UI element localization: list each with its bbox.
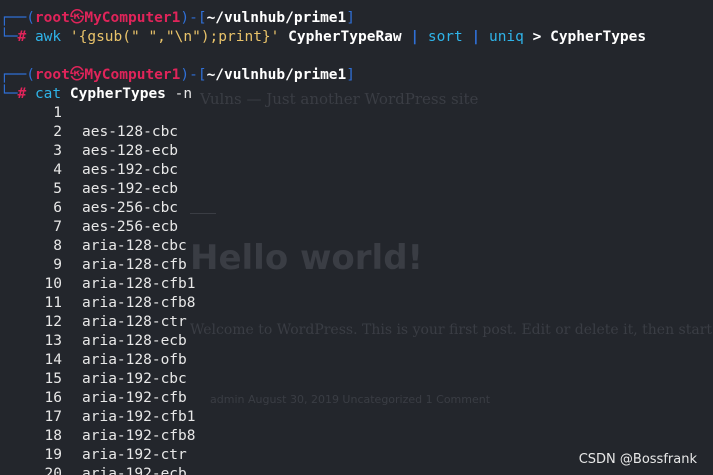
cipher-name: aes-192-ecb bbox=[82, 181, 179, 197]
cipher-name: aria-128-ctr bbox=[82, 314, 187, 330]
cipher-name: aria-128-cfb1 bbox=[82, 276, 196, 292]
pipe-symbol: | bbox=[410, 29, 420, 45]
prompt-frame-bottom: └─ bbox=[0, 29, 18, 45]
awk-input-file: CypherTypeRaw bbox=[288, 29, 402, 45]
line-number: 10 bbox=[44, 276, 62, 292]
prompt-hash: # bbox=[17, 86, 27, 102]
cipher-name: aria-128-cfb8 bbox=[82, 295, 196, 311]
prompt-hash: # bbox=[17, 29, 27, 45]
cipher-name: aes-128-cbc bbox=[82, 124, 179, 140]
cipher-name: aria-192-ecb bbox=[82, 466, 187, 475]
output-row: 15 aria-192-cbc bbox=[0, 370, 187, 389]
line-number: 18 bbox=[44, 428, 62, 444]
awk-arg-strings: " ","\n" bbox=[130, 29, 201, 45]
cipher-name: aria-192-cbc bbox=[82, 371, 187, 387]
line-number: 4 bbox=[53, 162, 62, 178]
line-number: 14 bbox=[44, 352, 62, 368]
cat-flag: -n bbox=[174, 86, 193, 102]
line-number: 2 bbox=[53, 124, 62, 140]
cipher-name: aes-128-ecb bbox=[82, 143, 179, 159]
line-number: 9 bbox=[53, 257, 62, 273]
output-row: 5 aes-192-ecb bbox=[0, 180, 178, 199]
background-post-body: Welcome to WordPress. This is your first… bbox=[190, 322, 713, 338]
command-awk: awk bbox=[34, 29, 62, 45]
prompt-line-2: ┌──(root㉿MyComputer1)-[~/vulnhub/prime1] bbox=[0, 67, 355, 83]
cipher-name: aria-192-cfb bbox=[82, 390, 187, 406]
line-number: 1 bbox=[53, 105, 62, 121]
prompt-host: MyComputer1 bbox=[84, 10, 181, 26]
prompt-user: root bbox=[34, 10, 70, 26]
cipher-name: aes-256-cbc bbox=[82, 200, 179, 216]
output-row: 2 aes-128-cbc bbox=[0, 123, 178, 142]
prompt-path: ~/vulnhub/prime1 bbox=[206, 67, 347, 83]
cipher-name: aria-128-cfb bbox=[82, 257, 187, 273]
line-number: 3 bbox=[53, 143, 62, 159]
command-line-2: └─# cat CypherTypes -n bbox=[0, 86, 193, 102]
output-row: 8 aria-128-cbc bbox=[0, 237, 187, 256]
output-row: 13 aria-128-ecb bbox=[0, 332, 187, 351]
command-line-1: └─# awk '{gsub(" ","\n");print}' CypherT… bbox=[0, 28, 646, 47]
cipher-name: aria-192-ctr bbox=[82, 447, 187, 463]
line-number: 7 bbox=[53, 219, 62, 235]
output-row: 16 aria-192-cfb bbox=[0, 389, 187, 408]
output-row: 18 aria-192-cfb8 bbox=[0, 427, 196, 446]
line-number: 8 bbox=[53, 238, 62, 254]
prompt-line-1: ┌──(root㉿MyComputer1)-[~/vulnhub/prime1] bbox=[0, 10, 355, 26]
awk-arg-close: );print}' bbox=[200, 29, 280, 45]
cipher-name: aria-128-ecb bbox=[82, 333, 187, 349]
line-number: 11 bbox=[44, 295, 62, 311]
line-number: 17 bbox=[44, 409, 62, 425]
output-row: 20 aria-192-ecb bbox=[0, 465, 187, 475]
command-cat: cat bbox=[34, 86, 62, 102]
output-row: 17 aria-192-cfb1 bbox=[0, 408, 196, 427]
line-number: 13 bbox=[44, 333, 62, 349]
background-divider bbox=[190, 213, 216, 214]
output-row: 19 aria-192-ctr bbox=[0, 446, 187, 465]
cipher-name: aria-128-ofb bbox=[82, 352, 187, 368]
output-row: 11 aria-128-cfb8 bbox=[0, 294, 196, 313]
line-number: 12 bbox=[44, 314, 62, 330]
background-site-tagline: Vulns — Just another WordPress site bbox=[200, 90, 479, 108]
terminal-window[interactable]: Vulns — Just another WordPress site Hell… bbox=[0, 0, 713, 475]
cipher-name: aria-192-cfb8 bbox=[82, 428, 196, 444]
command-uniq: uniq bbox=[488, 29, 524, 45]
cipher-name: aes-256-ecb bbox=[82, 219, 179, 235]
command-sort: sort bbox=[427, 29, 463, 45]
output-file: CypherTypes bbox=[550, 29, 647, 45]
output-row: 7 aes-256-ecb bbox=[0, 218, 178, 237]
output-row: 10 aria-128-cfb1 bbox=[0, 275, 196, 294]
cipher-name: aes-192-cbc bbox=[82, 162, 179, 178]
redirect-symbol: > bbox=[532, 29, 542, 45]
cipher-name: aria-192-cfb1 bbox=[82, 409, 196, 425]
line-number: 15 bbox=[44, 371, 62, 387]
watermark: CSDN @Bossfrank bbox=[578, 452, 697, 467]
background-post-meta: admin August 30, 2019 Uncategorized 1 Co… bbox=[210, 393, 491, 406]
output-row: 4 aes-192-cbc bbox=[0, 161, 178, 180]
prompt-host: MyComputer1 bbox=[84, 67, 181, 83]
output-row: 1 bbox=[0, 104, 82, 123]
output-row: 12 aria-128-ctr bbox=[0, 313, 187, 332]
prompt-user: root bbox=[34, 67, 70, 83]
cipher-name: aria-128-cbc bbox=[82, 238, 187, 254]
output-row: 6 aes-256-cbc bbox=[0, 199, 178, 218]
line-number: 6 bbox=[53, 200, 62, 216]
output-row: 9 aria-128-cfb bbox=[0, 256, 187, 275]
background-post-title: Hello world! bbox=[190, 238, 424, 278]
output-row: 3 aes-128-ecb bbox=[0, 142, 178, 161]
awk-arg-open: '{gsub( bbox=[69, 29, 131, 45]
prompt-path: ~/vulnhub/prime1 bbox=[206, 10, 347, 26]
output-row: 14 aria-128-ofb bbox=[0, 351, 187, 370]
line-number: 19 bbox=[44, 447, 62, 463]
line-number: 5 bbox=[53, 181, 62, 197]
pipe-symbol: | bbox=[471, 29, 481, 45]
cat-file: CypherTypes bbox=[69, 86, 166, 102]
prompt-at-icon: ㉿ bbox=[69, 67, 85, 83]
prompt-frame-top: ┌──( bbox=[0, 10, 35, 26]
prompt-at-icon: ㉿ bbox=[69, 10, 85, 26]
line-number: 16 bbox=[44, 390, 62, 406]
line-number: 20 bbox=[44, 466, 62, 475]
